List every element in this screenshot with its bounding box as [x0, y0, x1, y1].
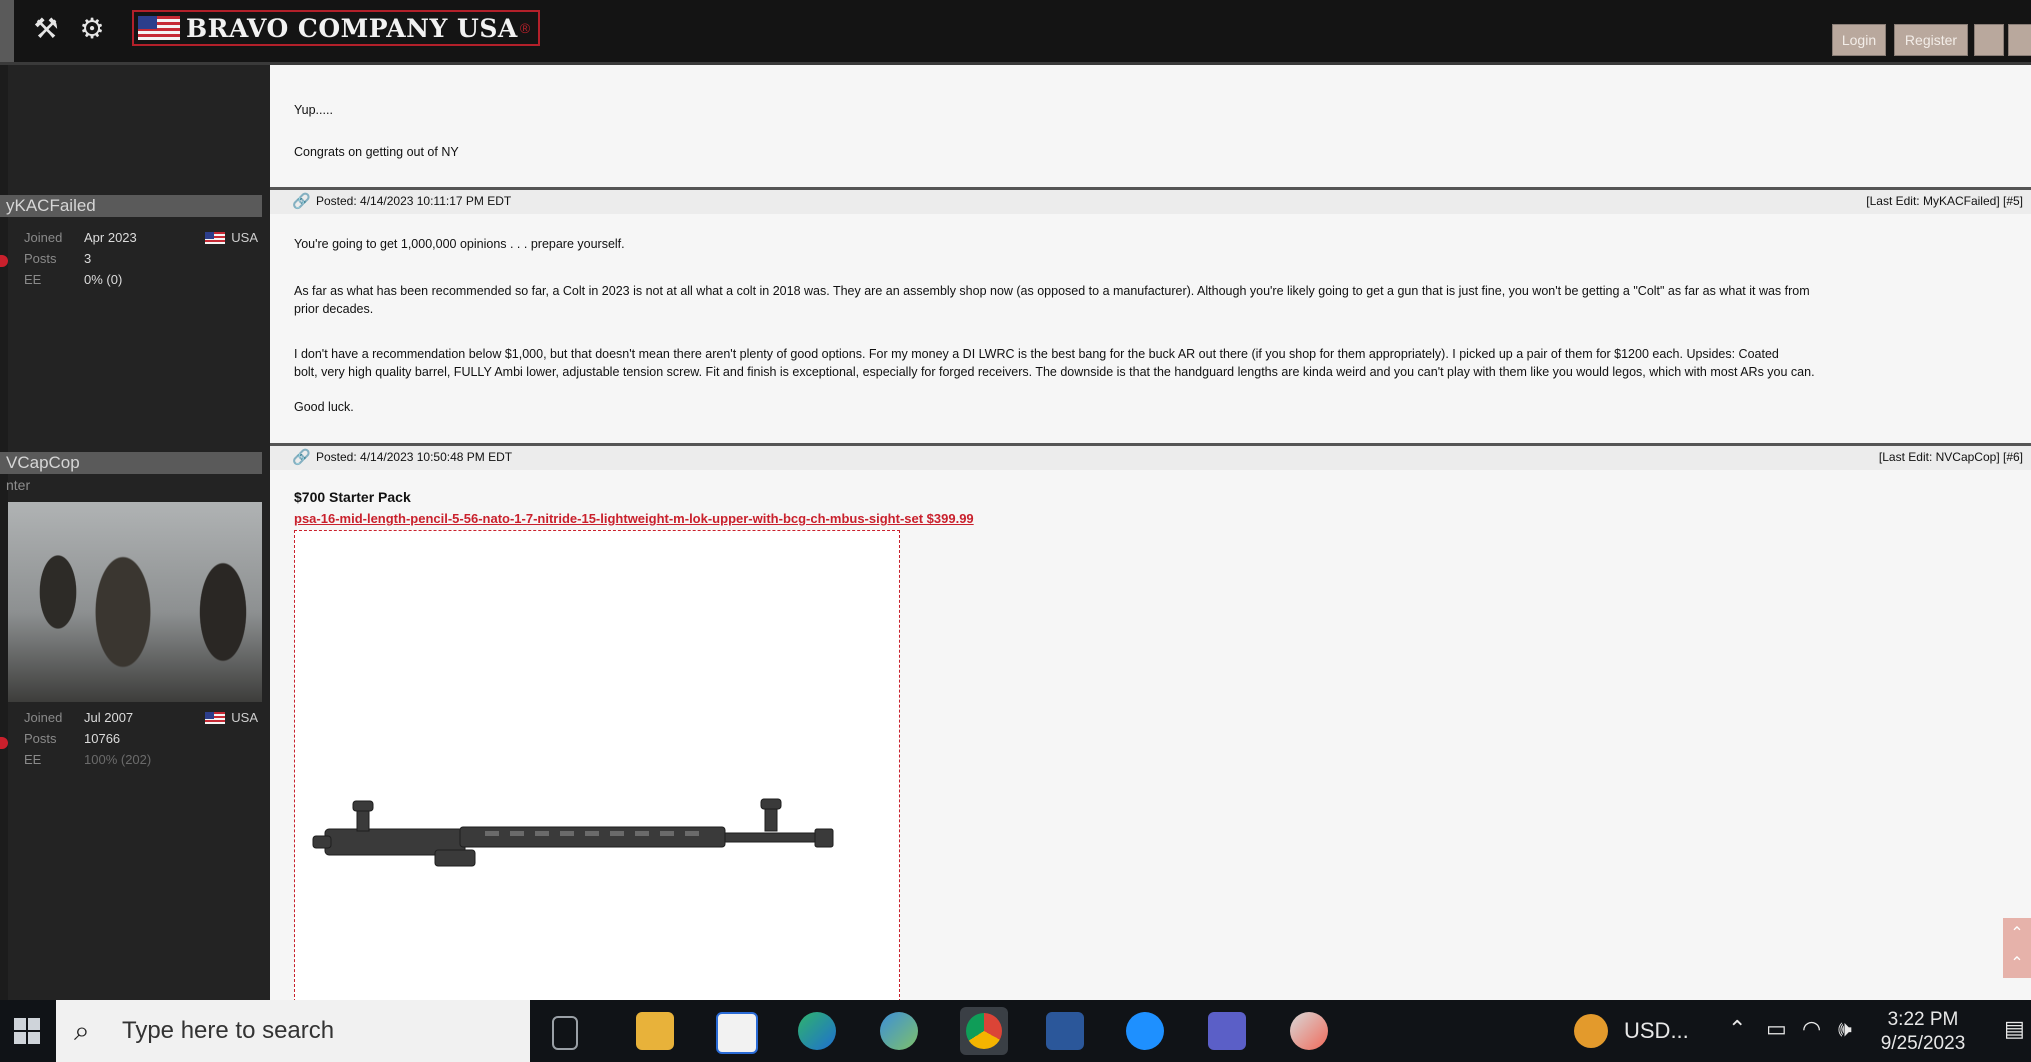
posts-value: 3: [84, 251, 92, 266]
post-text: I don't have a recommendation below $1,0…: [294, 347, 1779, 361]
webex-icon[interactable]: [1126, 1012, 1164, 1050]
username-2[interactable]: VCapCop: [0, 452, 262, 474]
chrome-active-tile[interactable]: [960, 1007, 1008, 1055]
link-icon[interactable]: 🔗: [292, 448, 311, 466]
joined-key: Joined: [24, 230, 63, 245]
post-text: Congrats on getting out of NY: [294, 145, 459, 159]
task-view-icon[interactable]: [552, 1016, 578, 1050]
joined-key: Joined: [24, 710, 63, 725]
post-text: bolt, very high quality barrel, FULLY Am…: [294, 365, 1815, 379]
system-clock[interactable]: 3:22 PM 9/25/2023: [1868, 1008, 1978, 1056]
currency-icon[interactable]: [1574, 1014, 1608, 1048]
rifle-upper-image: [312, 798, 834, 867]
register-button[interactable]: Register: [1894, 24, 1968, 56]
clock-date: 9/25/2023: [1880, 1033, 1966, 1054]
word-icon[interactable]: [1046, 1012, 1084, 1050]
site-header: ⚒ ⚙ BRAVO COMPANY USA ® Login Register: [0, 0, 2031, 65]
menu-button[interactable]: [1974, 24, 2004, 56]
chrome-icon: [966, 1013, 1002, 1049]
notifications-icon[interactable]: ▤: [2004, 1016, 2025, 1042]
last-edit: [Last Edit: NVCapCop] [#6]: [1878, 450, 2023, 464]
us-flag-icon: [138, 16, 180, 40]
post-text: Good luck.: [294, 400, 354, 414]
registered-mark: ®: [519, 20, 531, 36]
ee-value: 0% (0): [84, 272, 123, 287]
user-title-2: nter: [6, 477, 31, 493]
sponsor-name: BRAVO COMPANY USA: [186, 13, 518, 43]
store-icon[interactable]: [716, 1012, 758, 1054]
file-explorer-icon[interactable]: [636, 1012, 674, 1050]
clock-time: 3:22 PM: [1887, 1009, 1959, 1030]
sponsor-banner[interactable]: BRAVO COMPANY USA ®: [132, 10, 541, 46]
user-stats-2: Joined Jul 2007 Posts 10766 EE 100% (202): [8, 707, 262, 770]
user-avatar: [8, 502, 262, 702]
posts-key: Posts: [24, 251, 57, 266]
user-stats-1: Joined Apr 2023 Posts 3 EE 0% (0): [8, 227, 262, 290]
posts-key: Posts: [24, 731, 57, 746]
ee-key: EE: [24, 272, 42, 287]
currency-widget[interactable]: USD...: [1624, 1018, 1689, 1044]
status-dot: [0, 737, 8, 749]
taskbar-search[interactable]: ⌕ Type here to search: [56, 1000, 530, 1062]
username-1[interactable]: yKACFailed: [0, 195, 262, 217]
chevron-up-icon[interactable]: ⌃: [1728, 1016, 1746, 1042]
volume-icon[interactable]: 🕪: [1838, 1016, 1852, 1042]
user-sidebar: yKACFailed USA Joined Apr 2023 Posts 3 EE 0…: [0, 65, 270, 1000]
post-header: 🔗 Posted: 4/14/2023 10:50:48 PM EDT [Las…: [270, 443, 2031, 470]
gear-icon[interactable]: ⚙: [74, 10, 110, 46]
ee-key: EE: [24, 752, 42, 767]
link-icon[interactable]: 🔗: [292, 192, 311, 210]
post-text: Yup.....: [294, 103, 333, 117]
search-icon: ⌕: [74, 1014, 90, 1046]
post-date: Posted: 4/14/2023 10:11:17 PM EDT: [316, 194, 512, 208]
paint-icon[interactable]: [1290, 1012, 1328, 1050]
last-edit: [Last Edit: MyKACFailed] [#5]: [1866, 194, 2023, 208]
more-button[interactable]: [2008, 24, 2031, 56]
post-header: 🔗 Posted: 4/14/2023 10:11:17 PM EDT [Las…: [270, 187, 2031, 214]
teams-icon[interactable]: [1208, 1012, 1246, 1050]
post-text: prior decades.: [294, 302, 374, 316]
product-image[interactable]: [294, 530, 900, 1002]
login-button[interactable]: Login: [1832, 24, 1886, 56]
posts-value: 10766: [84, 731, 121, 746]
post-heading: $700 Starter Pack: [294, 489, 411, 505]
status-dot: [0, 255, 8, 267]
post-text: You're going to get 1,000,000 opinions .…: [294, 237, 625, 251]
joined-value: Apr 2023: [84, 230, 137, 245]
product-link[interactable]: psa-16-mid-length-pencil-5-56-nato-1-7-n…: [294, 511, 974, 526]
joined-value: Jul 2007: [84, 710, 134, 725]
search-placeholder: Type here to search: [122, 1017, 335, 1044]
start-button[interactable]: [0, 1000, 54, 1062]
battery-icon[interactable]: ▭: [1766, 1016, 1787, 1042]
post-text: As far as what has been recommended so f…: [294, 284, 1810, 298]
post-date: Posted: 4/14/2023 10:50:48 PM EDT: [316, 450, 513, 464]
thread-content: Yup..... Congrats on getting out of NY 🔗…: [270, 65, 2031, 1002]
chevron-up-icon: ⌃: [2010, 955, 2024, 972]
chevron-up-icon: ⌃: [2010, 925, 2024, 942]
header-edge: [0, 0, 14, 62]
ee-value: 100% (202): [84, 752, 152, 767]
windows-taskbar: ⌕ Type here to search USD... ⌃ ▭ ◠ 🕪 3:2…: [0, 1000, 2031, 1062]
tools-icon[interactable]: ⚒: [28, 10, 64, 46]
globe-icon[interactable]: [880, 1012, 918, 1050]
scroll-top-button[interactable]: ⌃ ⌃: [2003, 918, 2031, 978]
edge-icon[interactable]: [798, 1012, 836, 1050]
windows-icon: [14, 1018, 40, 1044]
wifi-icon[interactable]: ◠: [1802, 1016, 1821, 1042]
